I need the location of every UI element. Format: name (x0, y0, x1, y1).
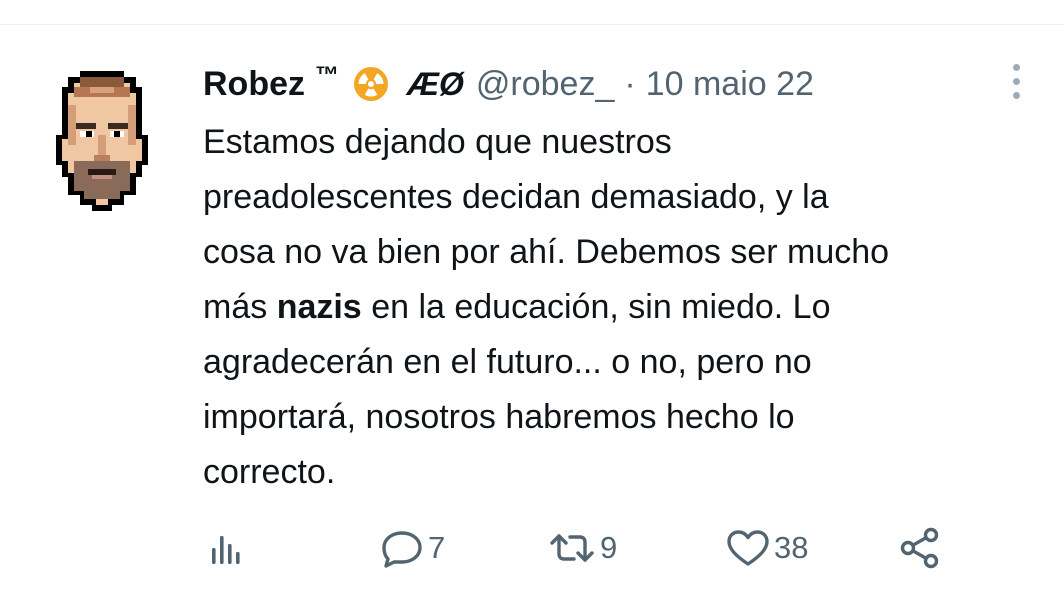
name-extra: ÆØ (407, 65, 464, 102)
analytics-icon (212, 535, 240, 564)
tweet-date[interactable]: 10 maio 22 (646, 65, 814, 104)
more-vertical-icon (1012, 63, 1020, 71)
retweet-icon (550, 533, 594, 562)
tweet-header: Robez ™ ÆØ @robez_ · 10 maio 22 (203, 62, 814, 106)
radiation-icon (353, 66, 389, 102)
text-segment: más (203, 288, 268, 326)
pixel-art-face-avatar-icon (56, 71, 148, 211)
share-icon (900, 527, 939, 568)
share-button[interactable] (898, 520, 942, 575)
tweet-text-line: importará, nosotros habremos hecho lo (203, 398, 795, 436)
tweet[interactable]: Robez ™ ÆØ @robez_ · 10 maio 22 Estamos … (0, 25, 1064, 603)
analytics-button[interactable] (206, 520, 246, 575)
action-bar: 7 9 38 (0, 520, 1064, 575)
like-button[interactable]: 38 (726, 520, 808, 575)
reply-count: 7 (428, 529, 446, 565)
tweet-text-line: Estamos dejando que nuestros (203, 123, 672, 161)
handle[interactable]: @robez_ (476, 65, 614, 104)
bold-word: nazis (276, 288, 362, 326)
display-name[interactable]: Robez (203, 65, 305, 104)
tweet-text: Estamos dejando que nuestros preadolesce… (203, 115, 1033, 500)
avatar[interactable] (50, 65, 154, 229)
like-count: 38 (774, 529, 809, 565)
tweet-text-line: agradecerán en el futuro... o no, pero n… (203, 343, 812, 381)
more-dot (1012, 91, 1020, 99)
tweet-text-line: correcto. (203, 453, 336, 491)
retweet-count: 9 (600, 529, 618, 565)
trademark-symbol: ™ (315, 62, 339, 89)
separator: · (624, 64, 636, 103)
tweet-text-line: cosa no va bien por ahí. Debemos ser muc… (203, 233, 890, 271)
retweet-button[interactable]: 9 (548, 520, 617, 575)
tweet-text-line: preadolescentes decidan demasiado, y la (203, 178, 829, 216)
heart-icon (727, 529, 769, 566)
text-segment: en la educación, sin miedo. Lo (371, 288, 831, 326)
reply-icon (382, 530, 422, 568)
reply-button[interactable]: 7 (380, 520, 445, 575)
more-dot (1012, 77, 1020, 85)
tweet-text-line: más nazis en la educación, sin miedo. Lo (203, 280, 1033, 335)
more-button[interactable] (1000, 61, 1032, 101)
